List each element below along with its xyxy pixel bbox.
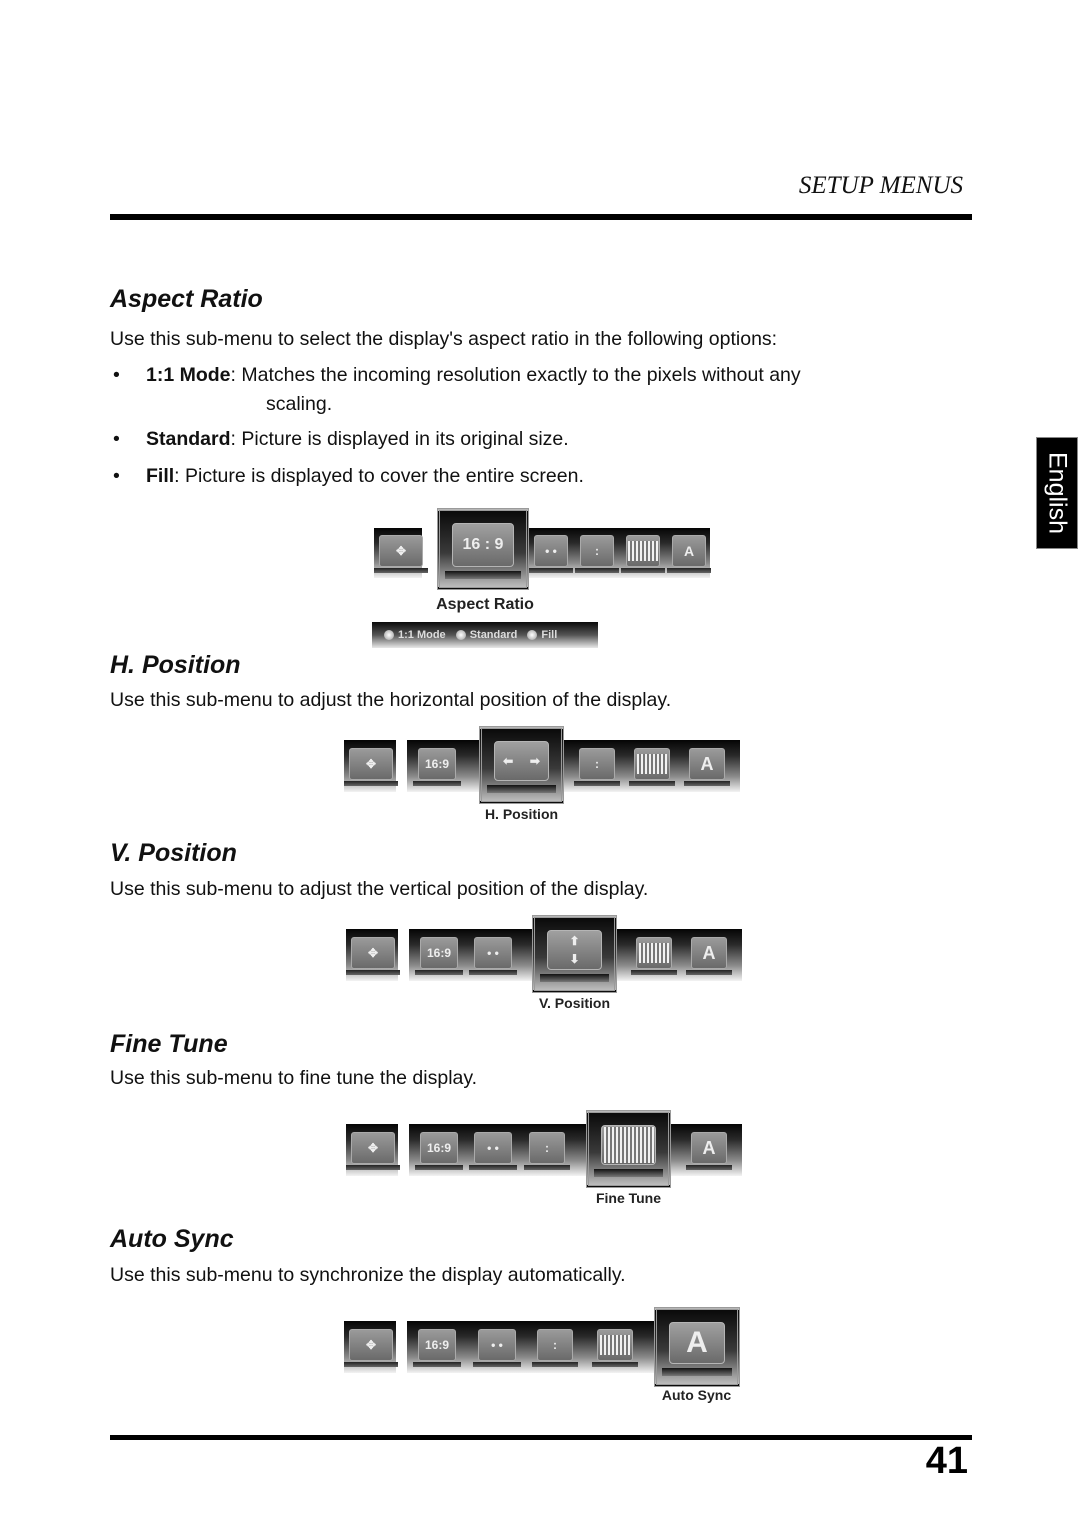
osd-aspect-ratio: ✥ 16 : 9 • • : A Aspect Ratio 1:1 Mode S… bbox=[372, 508, 712, 653]
button-base bbox=[594, 1169, 663, 1177]
osd-selected-fine-tune[interactable] bbox=[586, 1110, 671, 1188]
bars-glyph bbox=[603, 1127, 654, 1163]
auto-sync-icon[interactable]: A bbox=[684, 748, 730, 786]
aspect-ratio-icon: 16 : 9 bbox=[452, 523, 514, 567]
auto-sync-icon[interactable]: A bbox=[686, 1132, 732, 1170]
button-base bbox=[540, 974, 609, 982]
radio-label: Standard bbox=[469, 629, 518, 641]
radio-label: 1:1 Mode bbox=[398, 629, 446, 641]
heading-h-position: H. Position bbox=[110, 651, 241, 679]
fine-tune-icon bbox=[601, 1125, 656, 1165]
osd-v-position: ✥ 16:9 • • ⬆ ⬇ A V. Position bbox=[346, 915, 746, 1015]
ratio-text: 16:9 bbox=[426, 1141, 452, 1155]
bullet-text: : Matches the incoming resolution exactl… bbox=[230, 364, 801, 386]
button-base bbox=[487, 785, 556, 793]
move-icon[interactable]: ✥ bbox=[346, 937, 400, 975]
v-position-icon: ⬆ ⬇ bbox=[547, 930, 602, 970]
osd-selected-h-position[interactable]: ⬅ ➡ bbox=[479, 726, 564, 804]
button-base bbox=[662, 1368, 732, 1376]
h-position-icon: ⬅ ➡ bbox=[494, 741, 549, 781]
osd-h-position: ✥ 16:9 ⬅ ➡ : A H. Position bbox=[344, 726, 744, 826]
bullet-1-1-mode: • 1:1 Mode: Matches the incoming resoluti… bbox=[113, 364, 801, 386]
auto-sync-icon[interactable]: A bbox=[667, 535, 711, 573]
radio-fill[interactable]: Fill bbox=[527, 629, 557, 641]
osd-label: Auto Sync bbox=[661, 1387, 732, 1403]
aspect-ratio-icon[interactable]: 16:9 bbox=[413, 1329, 461, 1367]
h-position-icon[interactable]: • • bbox=[469, 937, 517, 975]
ratio-text: 16:9 bbox=[424, 1338, 450, 1352]
ratio-text: 16:9 bbox=[426, 946, 452, 960]
ratio-text: 16:9 bbox=[424, 757, 450, 771]
radio-standard[interactable]: Standard bbox=[455, 629, 518, 641]
bars-glyph bbox=[639, 943, 669, 963]
h-position-icon[interactable]: • • bbox=[469, 1132, 517, 1170]
header-rule bbox=[110, 214, 972, 220]
radio-1-1-mode[interactable]: 1:1 Mode bbox=[384, 629, 446, 641]
running-header: SETUP MENUS bbox=[798, 172, 963, 199]
heading-aspect-ratio: Aspect Ratio bbox=[110, 285, 263, 313]
page-number: 41 bbox=[925, 1440, 968, 1482]
h-position-intro: Use this sub-menu to adjust the horizont… bbox=[110, 689, 672, 711]
aspect-ratio-icon[interactable]: 16:9 bbox=[415, 937, 463, 975]
button-base bbox=[445, 571, 521, 579]
fine-tune-icon[interactable] bbox=[629, 748, 675, 786]
bullet-term: Fill bbox=[146, 465, 175, 487]
aspect-ratio-intro: Use this sub-menu to select the display'… bbox=[110, 328, 778, 350]
auto-sync-intro: Use this sub-menu to synchronize the dis… bbox=[110, 1264, 626, 1286]
fine-tune-intro: Use this sub-menu to fine tune the displ… bbox=[110, 1067, 478, 1089]
h-position-icon[interactable]: • • bbox=[529, 535, 573, 573]
bullet-fill: • Fill: Picture is displayed to cover the… bbox=[113, 465, 584, 487]
aspect-ratio-icon[interactable]: 16:9 bbox=[415, 1132, 463, 1170]
aspect-ratio-options: 1:1 Mode Standard Fill bbox=[372, 622, 598, 648]
osd-label: H. Position bbox=[484, 806, 559, 822]
v-position-icon[interactable]: : bbox=[524, 1132, 570, 1170]
auto-sync-icon: A bbox=[669, 1322, 725, 1364]
fine-tune-icon[interactable] bbox=[631, 937, 677, 975]
move-icon[interactable]: ✥ bbox=[374, 535, 428, 573]
move-icon[interactable]: ✥ bbox=[346, 1132, 400, 1170]
bullet-term: Standard bbox=[146, 428, 231, 450]
osd-selected-v-position[interactable]: ⬆ ⬇ bbox=[532, 915, 617, 993]
heading-fine-tune: Fine Tune bbox=[110, 1030, 228, 1058]
auto-sync-icon[interactable]: A bbox=[686, 937, 732, 975]
fine-tune-icon[interactable] bbox=[592, 1329, 638, 1367]
osd-label: Fine Tune bbox=[595, 1190, 662, 1206]
osd-fine-tune: ✥ 16:9 • • : A Fine Tune bbox=[346, 1110, 746, 1210]
bars-glyph bbox=[628, 541, 658, 561]
move-icon[interactable]: ✥ bbox=[344, 1329, 398, 1367]
osd-label: Aspect Ratio bbox=[436, 596, 534, 613]
bullet-term: 1:1 Mode bbox=[146, 364, 231, 386]
osd-auto-sync: ✥ 16:9 • • : A Auto Sync bbox=[344, 1307, 744, 1407]
footer-rule bbox=[110, 1435, 972, 1440]
v-position-icon[interactable]: : bbox=[575, 535, 619, 573]
osd-label: V. Position bbox=[538, 995, 611, 1011]
fine-tune-icon[interactable] bbox=[621, 535, 665, 573]
v-position-icon[interactable]: : bbox=[574, 748, 620, 786]
language-tab-label: English bbox=[1043, 452, 1072, 534]
bullet-text: : Picture is displayed to cover the enti… bbox=[174, 465, 584, 487]
osd-selected-aspect-ratio[interactable]: 16 : 9 bbox=[437, 508, 529, 590]
bars-glyph bbox=[637, 754, 667, 774]
heading-auto-sync: Auto Sync bbox=[110, 1225, 234, 1253]
bullet-continuation: scaling. bbox=[266, 393, 333, 415]
radio-label: Fill bbox=[541, 629, 558, 641]
v-position-intro: Use this sub-menu to adjust the vertical… bbox=[110, 878, 649, 900]
h-position-icon[interactable]: • • bbox=[473, 1329, 521, 1367]
v-position-icon[interactable]: : bbox=[532, 1329, 578, 1367]
aspect-ratio-icon[interactable]: 16:9 bbox=[413, 748, 461, 786]
heading-v-position: V. Position bbox=[110, 839, 237, 867]
osd-selected-auto-sync[interactable]: A bbox=[654, 1307, 740, 1387]
language-tab: English bbox=[1036, 437, 1078, 549]
move-icon[interactable]: ✥ bbox=[344, 748, 398, 786]
bars-glyph bbox=[600, 1335, 630, 1355]
bullet-standard: • Standard: Picture is displayed in its o… bbox=[113, 428, 569, 450]
bullet-text: : Picture is displayed in its original s… bbox=[230, 428, 569, 450]
